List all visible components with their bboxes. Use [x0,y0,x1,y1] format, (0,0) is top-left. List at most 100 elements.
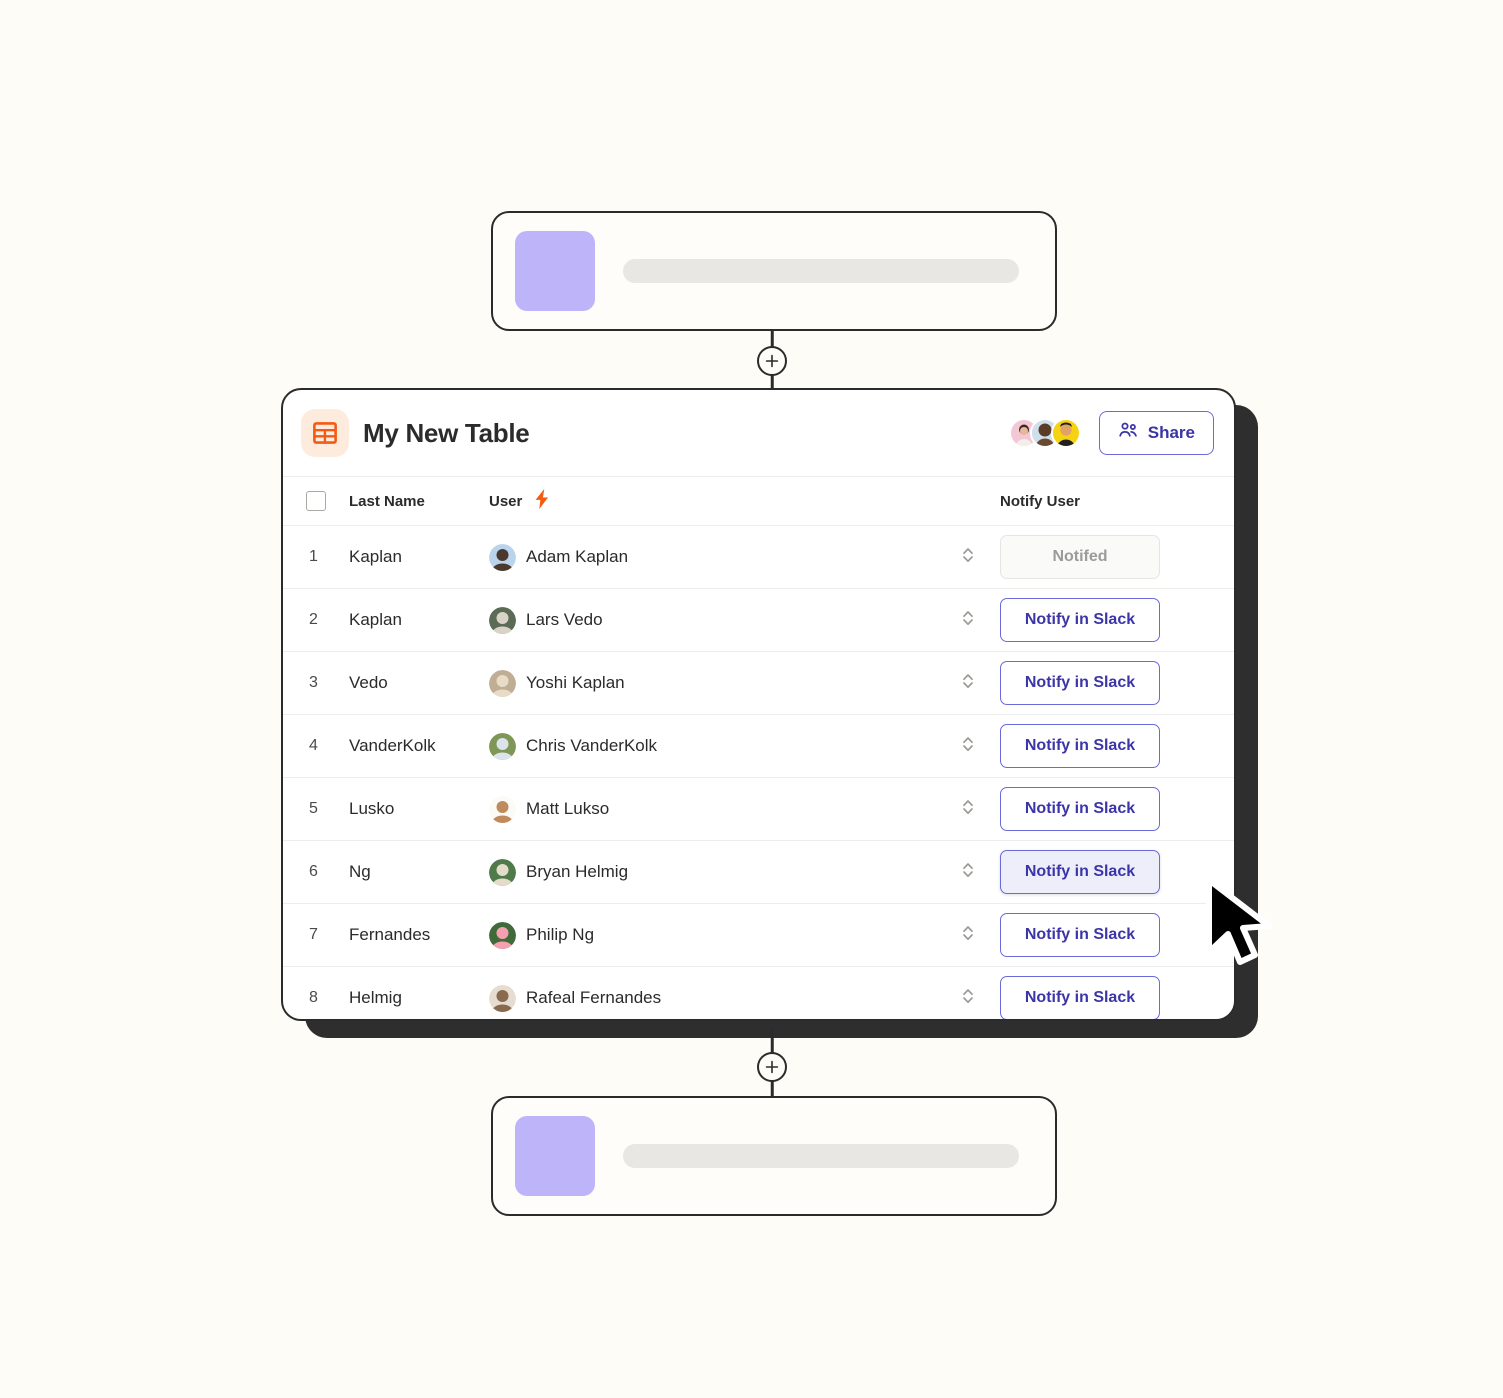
notify-in-slack-button: Notifed [1000,535,1160,579]
cell-notify-action: Notify in Slack [998,598,1234,642]
cell-notify-action: Notify in Slack [998,913,1234,957]
table-row[interactable]: 5 Lusko Matt Lukso Notify in Slack [283,778,1234,841]
cell-last-name[interactable]: Lusko [349,799,489,819]
table-body: 1 Kaplan Adam Kaplan Notifed 2 Kaplan Lars Ved… [283,526,1234,1019]
cell-last-name[interactable]: Ng [349,862,489,882]
cell-user[interactable]: Bryan Helmig [489,858,938,886]
table-icon [301,409,349,457]
row-sort-control[interactable] [938,608,998,633]
select-all-cell [283,491,349,511]
notify-in-slack-button[interactable]: Notify in Slack [1000,724,1160,768]
table-row[interactable]: 7 Fernandes Philip Ng Notify in Slack [283,904,1234,967]
cell-user[interactable]: Philip Ng [489,921,938,949]
user-name: Rafeal Fernandes [526,988,662,1007]
user-name: Lars Vedo [526,610,603,629]
step-thumbnail [515,231,595,311]
row-sort-control[interactable] [938,671,998,696]
workflow-canvas: My New Table Share Last Name User Notify… [0,0,1503,1398]
user-avatar [489,984,516,1012]
notify-in-slack-button[interactable]: Notify in Slack [1000,661,1160,705]
row-number: 6 [309,863,318,880]
column-header-user[interactable]: User [489,488,938,514]
user-avatar [489,669,516,697]
row-sort-control[interactable] [938,923,998,948]
notify-in-slack-button[interactable]: Notify in Slack [1000,787,1160,831]
add-step-button-bottom[interactable] [757,1052,787,1082]
row-number: 7 [309,926,318,943]
step-card-bottom[interactable] [491,1096,1057,1216]
row-number: 3 [309,674,318,691]
notify-in-slack-button[interactable]: Notify in Slack [1000,913,1160,957]
cell-last-name[interactable]: Kaplan [349,610,489,630]
cell-user[interactable]: Adam Kaplan [489,543,938,571]
table-column-headers: Last Name User Notify User [283,476,1234,526]
user-name: Yoshi Kaplan [526,673,625,692]
row-sort-control[interactable] [938,545,998,570]
cell-notify-action: Notify in Slack [998,724,1234,768]
row-sort-control[interactable] [938,797,998,822]
row-number: 1 [309,548,318,565]
cell-notify-action: Notify in Slack [998,850,1234,894]
row-number: 2 [309,611,318,628]
column-header-last-name[interactable]: Last Name [349,493,489,510]
step-placeholder-bar [623,259,1019,283]
column-header-notify-user[interactable]: Notify User [998,493,1234,510]
chevron-up-down-icon [960,671,976,696]
cell-notify-action: Notify in Slack [998,661,1234,705]
row-number: 8 [309,989,318,1006]
user-name: Philip Ng [526,925,595,944]
table-row[interactable]: 1 Kaplan Adam Kaplan Notifed [283,526,1234,589]
cell-last-name[interactable]: Fernandes [349,925,489,945]
select-all-checkbox[interactable] [306,491,326,511]
page-title: My New Table [363,417,530,448]
chevron-up-down-icon [960,986,976,1011]
cell-user[interactable]: Matt Lukso [489,795,938,823]
people-icon [1118,420,1139,446]
share-button[interactable]: Share [1098,411,1214,455]
cell-user[interactable]: Rafeal Fernandes [489,984,938,1012]
step-thumbnail [515,1116,595,1196]
chevron-up-down-icon [960,608,976,633]
cell-last-name[interactable]: Vedo [349,673,489,693]
collaborator-avatars[interactable] [1008,418,1081,448]
table-row[interactable]: 2 Kaplan Lars Vedo Notify in Slack [283,589,1234,652]
add-step-button-top[interactable] [757,346,787,376]
chevron-up-down-icon [960,923,976,948]
lightning-bolt-icon [532,488,552,514]
cell-notify-action: Notifed [998,535,1234,579]
table-row[interactable]: 8 Helmig Rafeal Fernandes Notify in Slack [283,967,1234,1019]
table-panel: My New Table Share Last Name User Notify… [281,388,1236,1021]
chevron-up-down-icon [960,734,976,759]
row-sort-control[interactable] [938,860,998,885]
cell-user[interactable]: Chris VanderKolk [489,732,938,760]
cell-user[interactable]: Lars Vedo [489,606,938,634]
user-avatar [489,732,516,760]
user-name: Chris VanderKolk [526,736,658,755]
notify-in-slack-button[interactable]: Notify in Slack [1000,976,1160,1019]
panel-header: My New Table Share [283,390,1234,476]
chevron-up-down-icon [960,797,976,822]
user-avatar [489,858,516,886]
table-row[interactable]: 3 Vedo Yoshi Kaplan Notify in Slack [283,652,1234,715]
step-placeholder-bar [623,1144,1019,1168]
cell-user[interactable]: Yoshi Kaplan [489,669,938,697]
cell-notify-action: Notify in Slack [998,787,1234,831]
row-sort-control[interactable] [938,986,998,1011]
cell-last-name[interactable]: Kaplan [349,547,489,567]
table-row[interactable]: 6 Ng Bryan Helmig Notify in Slack [283,841,1234,904]
column-header-user-label: User [489,492,523,510]
row-sort-control[interactable] [938,734,998,759]
cell-last-name[interactable]: VanderKolk [349,736,489,756]
user-avatar [489,795,516,823]
cell-notify-action: Notify in Slack [998,976,1234,1019]
user-name: Matt Lukso [526,799,610,818]
notify-in-slack-button[interactable]: Notify in Slack [1000,598,1160,642]
chevron-up-down-icon [960,545,976,570]
cell-last-name[interactable]: Helmig [349,988,489,1008]
chevron-up-down-icon [960,860,976,885]
step-card-top[interactable] [491,211,1057,331]
user-avatar [489,921,516,949]
table-row[interactable]: 4 VanderKolk Chris VanderKolk Notify in Sla… [283,715,1234,778]
avatar[interactable] [1050,418,1081,448]
notify-in-slack-button[interactable]: Notify in Slack [1000,850,1160,894]
